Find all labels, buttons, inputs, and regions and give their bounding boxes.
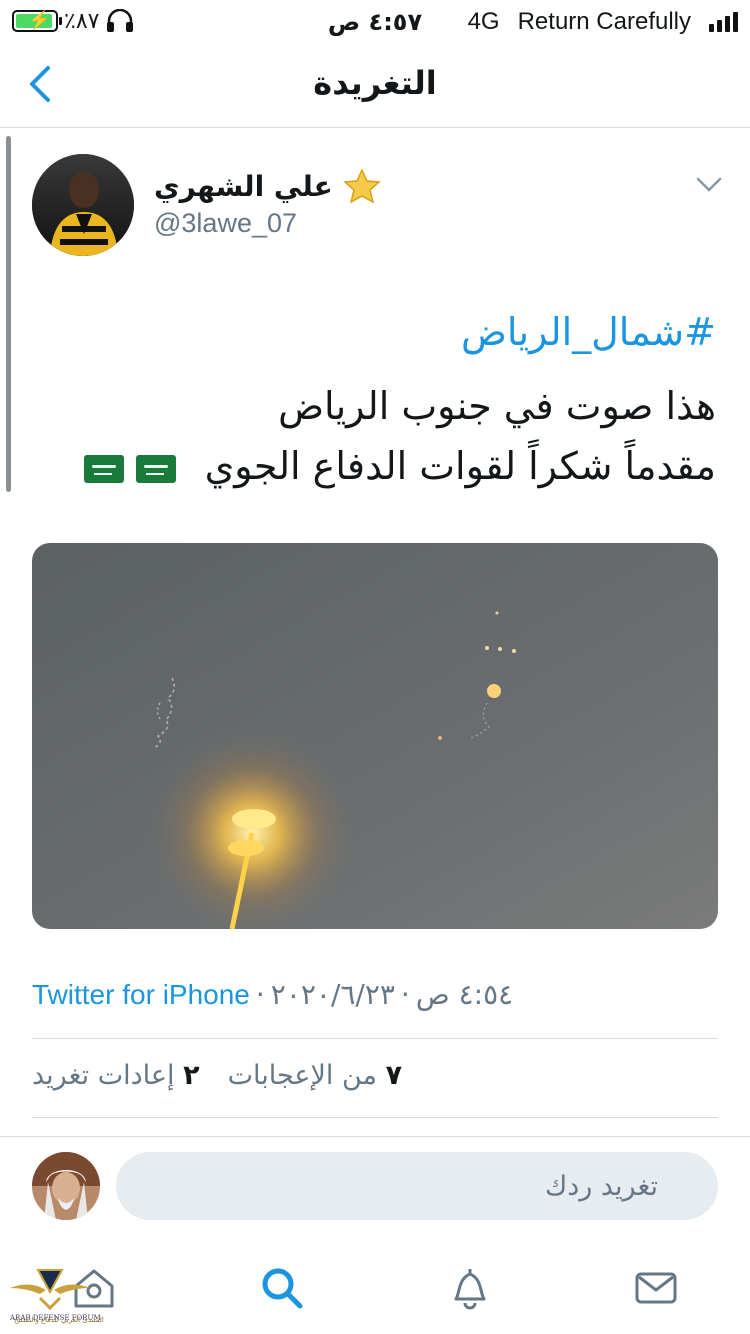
saudi-flag-icon [84, 454, 125, 483]
watermark-subtitle: المنتدى العربي للدفاع والتسليح [14, 1316, 104, 1324]
network-type: 4G [467, 8, 500, 35]
tweet-line-2: مقدماً شكراً لقوات الدفاع الجوي [204, 444, 716, 488]
tweet-line-1: هذا صوت في جنوب الرياض [278, 384, 716, 428]
author-name[interactable]: علي الشهري [154, 170, 333, 203]
divider [32, 1038, 718, 1039]
retweets-count: ٢ [183, 1060, 200, 1091]
saudi-flag-icon [136, 454, 177, 483]
meta-separator: · [255, 978, 265, 1011]
tweet-meta: Twitter for iPhone · ٢٠٢٠/٦/٢٣ · ٤:٥٤ ص [32, 978, 718, 1011]
search-icon [262, 1268, 303, 1309]
tweet-text: #شمال_الرياض هذا صوت في جنوب الرياض مقدم… [26, 306, 716, 496]
notifications-icon [454, 1269, 486, 1310]
signal-icon [709, 12, 738, 32]
likes-count: ٧ [385, 1060, 403, 1091]
tweet-time: ٤:٥٤ ص [415, 978, 514, 1011]
tab-notifications[interactable] [442, 1260, 498, 1316]
divider [0, 1136, 750, 1137]
status-right: 4G Return Carefully [468, 8, 738, 36]
retweets-label: إعادات تغريد [32, 1060, 175, 1091]
scroll-indicator[interactable] [6, 136, 11, 492]
nav-bar: التغريدة [0, 42, 750, 128]
tweet-source-link[interactable]: Twitter for iPhone [32, 979, 250, 1011]
reply-input[interactable] [116, 1152, 718, 1220]
tweet-line-2-row: مقدماً شكراً لقوات الدفاع الجوي [26, 436, 716, 496]
status-bar: ⚡ ٪٨٧ ٤:٥٧ ص 4G Return Carefully [0, 0, 750, 42]
author-name-row: علي الشهري [154, 168, 381, 204]
tweet-date: ٢٠٢٠/٦/٢٣ [270, 978, 395, 1011]
tweet-media-image[interactable] [32, 543, 718, 929]
likes-stat[interactable]: ٧ من الإعجابات [228, 1060, 403, 1091]
tab-messages[interactable] [628, 1260, 684, 1316]
hashtag-link[interactable]: #شمال_الرياض [26, 306, 716, 358]
page-title: التغريدة [313, 64, 437, 102]
carrier-name: Return Carefully [517, 8, 691, 35]
tweet-stats: ٧ من الإعجابات ٢ إعادات تغريد [32, 1060, 402, 1091]
messages-icon [635, 1272, 677, 1304]
tab-search[interactable] [254, 1260, 310, 1316]
divider [32, 1117, 718, 1118]
likes-label: من الإعجابات [227, 1060, 378, 1091]
star-icon [343, 168, 381, 204]
tweet-options-button[interactable] [694, 172, 724, 196]
meta-separator: · [400, 978, 410, 1011]
author-avatar[interactable] [32, 154, 134, 256]
chevron-down-icon [696, 177, 722, 192]
current-user-avatar[interactable] [32, 1152, 100, 1220]
flag-emojis [84, 454, 177, 483]
retweets-stat[interactable]: ٢ إعادات تغريد [32, 1060, 200, 1091]
author-handle[interactable]: @3lawe_07 [154, 208, 297, 239]
